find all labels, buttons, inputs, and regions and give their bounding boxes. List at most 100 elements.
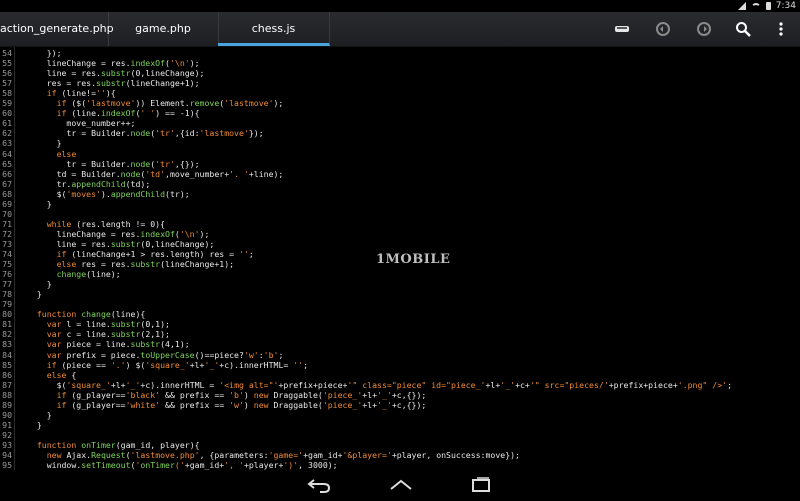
code-line[interactable]: 69 } bbox=[0, 199, 800, 209]
code-line[interactable]: 89 if (g_player=='white' && prefix == 'w… bbox=[0, 400, 800, 410]
line-number: 89 bbox=[2, 399, 12, 410]
code-line[interactable]: 61 move_number++; bbox=[0, 118, 800, 128]
code-line[interactable]: 81 var l = line.substr(0,1); bbox=[0, 319, 800, 329]
code-line[interactable]: 59 if ($('lastmove')) Element.remove('la… bbox=[0, 98, 800, 108]
code-line[interactable]: 67 tr.appendChild(td); bbox=[0, 179, 800, 189]
code-line[interactable]: 86 else { bbox=[0, 370, 800, 380]
code-line[interactable]: 70 bbox=[0, 209, 800, 219]
code-line[interactable]: 55 lineChange = res.indexOf('\n'); bbox=[0, 58, 800, 68]
code-line[interactable]: 71 while (res.length != 0){ bbox=[0, 219, 800, 229]
line-number: 92 bbox=[2, 429, 12, 440]
home-icon[interactable] bbox=[388, 476, 414, 494]
line-number: 82 bbox=[2, 329, 12, 340]
code-text: if (lineChange+1 > res.length) res = ''; bbox=[56, 249, 254, 259]
redo-icon[interactable] bbox=[695, 20, 713, 38]
line-number: 66 bbox=[2, 168, 12, 179]
code-text: if (line!=''){ bbox=[46, 88, 116, 99]
code-line[interactable]: 91 } bbox=[0, 420, 800, 430]
code-editor[interactable]: 54 }); 55 lineChange = res.indexOf('\n');… bbox=[0, 47, 800, 470]
code-line[interactable]: 62 tr = Builder.node('tr',{id:'lastmove'… bbox=[0, 128, 800, 138]
code-text: if (g_player=='white' && prefix == 'w') … bbox=[56, 399, 427, 410]
wifi-icon bbox=[750, 3, 761, 9]
navigation-bar bbox=[0, 470, 800, 501]
line-number: 69 bbox=[2, 198, 12, 209]
recents-icon[interactable] bbox=[468, 476, 494, 494]
code-line[interactable]: 90 } bbox=[0, 410, 800, 420]
code-text: function onTimer(gam_id, player){ bbox=[36, 439, 200, 450]
code-line[interactable]: 73 line = res.substr(0,lineChange); bbox=[0, 239, 800, 249]
line-number: 93 bbox=[2, 439, 12, 450]
code-line[interactable]: 63 } bbox=[0, 138, 800, 148]
code-line[interactable]: 76 change(line); bbox=[0, 269, 800, 279]
code-line[interactable]: 77 } bbox=[0, 279, 800, 289]
code-text: } bbox=[27, 289, 42, 300]
line-number: 65 bbox=[2, 158, 12, 169]
code-line[interactable]: 72 lineChange = res.indexOf('\n'); bbox=[0, 229, 800, 239]
code-line[interactable]: 80 function change(line){ bbox=[0, 309, 800, 319]
line-number: 90 bbox=[2, 409, 12, 420]
line-number: 70 bbox=[2, 208, 12, 219]
back-icon[interactable] bbox=[306, 476, 332, 494]
code-line[interactable]: 78 } bbox=[0, 289, 800, 299]
code-line[interactable]: 82 var c = line.substr(2,1); bbox=[0, 329, 800, 339]
code-line[interactable]: 68 $('moves').appendChild(tr); bbox=[0, 189, 800, 199]
code-text: if (g_player=='black' && prefix == 'b') … bbox=[56, 389, 427, 400]
status-bar: 7:34 bbox=[0, 0, 800, 12]
tab-action-generate[interactable]: action_generate.php bbox=[0, 12, 114, 46]
code-line[interactable]: 79 bbox=[0, 299, 800, 309]
tab-game[interactable]: game.php bbox=[108, 12, 219, 46]
code-text: window.setTimeout('onTimer('+gam_id+', '… bbox=[27, 460, 338, 470]
code-line[interactable]: 58 if (line!=''){ bbox=[0, 88, 800, 98]
code-line[interactable]: 84 var prefix = piece.toUpperCase()==pie… bbox=[0, 350, 800, 360]
line-number: 73 bbox=[2, 238, 12, 249]
code-line[interactable]: 85 if (piece == '.') $('square_'+l+'_'+c… bbox=[0, 360, 800, 370]
code-line[interactable]: 66 td = Builder.node('td',move_number+'.… bbox=[0, 169, 800, 179]
code-text: $('square_'+l+'_'+c).innerHTML = '<img a… bbox=[27, 379, 732, 390]
code-text: tr.appendChild(td); bbox=[27, 178, 151, 189]
line-number: 57 bbox=[2, 78, 12, 89]
search-icon[interactable] bbox=[734, 20, 752, 38]
code-line[interactable]: 65 tr = Builder.node('tr',{}); bbox=[0, 159, 800, 169]
code-text: var c = line.substr(2,1); bbox=[46, 329, 170, 340]
code-text: } bbox=[27, 138, 62, 149]
tab-chess[interactable]: chess.js bbox=[218, 12, 330, 46]
overflow-menu-icon[interactable] bbox=[772, 20, 790, 38]
code-text: change(line); bbox=[56, 269, 121, 280]
code-line[interactable]: 92 bbox=[0, 430, 800, 440]
code-line[interactable]: 94 new Ajax.Request('lastmove.php', {par… bbox=[0, 450, 800, 460]
code-line[interactable]: 60 if (line.indexOf(' ') == -1){ bbox=[0, 108, 800, 118]
code-line[interactable]: 54 }); bbox=[0, 48, 800, 58]
line-number: 76 bbox=[2, 269, 12, 280]
code-line[interactable]: 57 res = res.substr(lineChange+1); bbox=[0, 78, 800, 88]
line-number: 71 bbox=[2, 218, 12, 229]
code-line[interactable]: 95 window.setTimeout('onTimer('+gam_id+'… bbox=[0, 460, 800, 470]
line-number: 77 bbox=[2, 279, 12, 290]
code-text: } bbox=[27, 409, 52, 420]
line-number: 54 bbox=[2, 48, 12, 58]
code-text: while (res.length != 0){ bbox=[46, 218, 166, 229]
code-text: lineChange = res.indexOf('\n'); bbox=[27, 228, 210, 239]
line-number: 79 bbox=[2, 299, 12, 310]
code-line[interactable]: 83 var piece = line.substr(4,1); bbox=[0, 339, 800, 349]
undo-icon[interactable] bbox=[654, 20, 672, 38]
code-text: var l = line.substr(0,1); bbox=[46, 319, 170, 330]
code-text: else bbox=[56, 148, 77, 159]
code-line[interactable]: 56 line = res.substr(0,lineChange); bbox=[0, 68, 800, 78]
line-number: 62 bbox=[2, 128, 12, 139]
line-number: 95 bbox=[2, 460, 12, 470]
code-line[interactable]: 93 function onTimer(gam_id, player){ bbox=[0, 440, 800, 450]
line-number: 68 bbox=[2, 188, 12, 199]
line-number: 84 bbox=[2, 349, 12, 360]
code-text: res = res.substr(lineChange+1); bbox=[27, 78, 200, 89]
code-text: if (line.indexOf(' ') == -1){ bbox=[56, 108, 200, 119]
code-line[interactable]: 64 else bbox=[0, 149, 800, 159]
save-icon[interactable] bbox=[613, 20, 631, 38]
code-text: else { bbox=[46, 369, 77, 380]
code-text: } bbox=[27, 198, 52, 209]
code-line[interactable]: 87 $('square_'+l+'_'+c).innerHTML = '<im… bbox=[0, 380, 800, 390]
code-text: var piece = line.substr(4,1); bbox=[46, 339, 190, 350]
code-text: line = res.substr(0,lineChange); bbox=[27, 68, 205, 79]
code-text: td = Builder.node('td',move_number+'. '+… bbox=[27, 168, 284, 179]
code-line[interactable]: 88 if (g_player=='black' && prefix == 'b… bbox=[0, 390, 800, 400]
line-number: 80 bbox=[2, 309, 12, 320]
